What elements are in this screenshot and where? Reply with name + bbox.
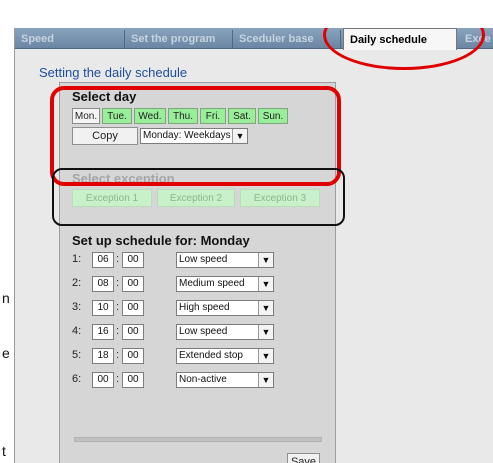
row-number-label: 6: <box>72 373 82 385</box>
time-separator: : <box>116 277 120 289</box>
mode-select[interactable]: Medium speed ▼ <box>176 276 274 292</box>
minute-input[interactable]: 00 <box>122 276 144 292</box>
hour-input[interactable]: 16 <box>92 324 114 340</box>
chevron-down-icon: ▼ <box>258 301 273 315</box>
side-text-fragment: t <box>2 443 6 459</box>
row-number-label: 2: <box>72 277 82 289</box>
side-text-fragment: e <box>2 345 10 361</box>
minute-input[interactable]: 00 <box>122 324 144 340</box>
hour-input[interactable]: 10 <box>92 300 114 316</box>
mode-select[interactable]: Extended stop ▼ <box>176 348 274 364</box>
hour-input[interactable]: 06 <box>92 252 114 268</box>
minute-input[interactable]: 00 <box>122 300 144 316</box>
hour-input[interactable]: 00 <box>92 372 114 388</box>
hour-input[interactable]: 18 <box>92 348 114 364</box>
tab-set-the-program[interactable]: Set the program <box>125 30 233 48</box>
hour-input[interactable]: 08 <box>92 276 114 292</box>
row-number-label: 5: <box>72 349 82 361</box>
schedule-title: Set up schedule for: Monday <box>72 233 250 248</box>
select-value: Low speed <box>179 254 228 265</box>
select-value: Low speed <box>179 326 228 337</box>
tab-speed[interactable]: Speed <box>15 30 125 48</box>
time-separator: : <box>116 373 120 385</box>
select-value: Non-active <box>179 374 227 385</box>
page-title: Setting the daily schedule <box>39 65 188 80</box>
time-separator: : <box>116 325 120 337</box>
mode-select[interactable]: Low speed ▼ <box>176 252 274 268</box>
mode-select[interactable]: Non-active ▼ <box>176 372 274 388</box>
save-button[interactable]: Save <box>287 453 320 463</box>
tab-label: Set the program <box>131 33 216 45</box>
tab-label: Sceduler base <box>239 33 314 45</box>
minute-input[interactable]: 00 <box>122 372 144 388</box>
mode-select[interactable]: Low speed ▼ <box>176 324 274 340</box>
minute-input[interactable]: 00 <box>122 252 144 268</box>
time-separator: : <box>116 253 120 265</box>
side-text-fragment: n <box>2 290 10 306</box>
black-highlight-select-exception <box>52 168 345 226</box>
select-value: Medium speed <box>179 278 245 289</box>
time-separator: : <box>116 301 120 313</box>
chevron-down-icon: ▼ <box>258 253 273 267</box>
red-circle-daily-schedule-tab <box>323 28 485 70</box>
row-number-label: 4: <box>72 325 82 337</box>
minute-input[interactable]: 00 <box>122 348 144 364</box>
select-value: High speed <box>179 302 230 313</box>
select-value: Extended stop <box>179 350 243 361</box>
chevron-down-icon: ▼ <box>258 277 273 291</box>
chevron-down-icon: ▼ <box>258 349 273 363</box>
chevron-down-icon: ▼ <box>258 373 273 387</box>
divider <box>74 437 322 442</box>
app-screenshot: Speed Set the program Sceduler base Dail… <box>14 28 493 463</box>
row-number-label: 1: <box>72 253 82 265</box>
row-number-label: 3: <box>72 301 82 313</box>
tab-label: Speed <box>21 33 55 45</box>
time-separator: : <box>116 349 120 361</box>
chevron-down-icon: ▼ <box>258 325 273 339</box>
mode-select[interactable]: High speed ▼ <box>176 300 274 316</box>
